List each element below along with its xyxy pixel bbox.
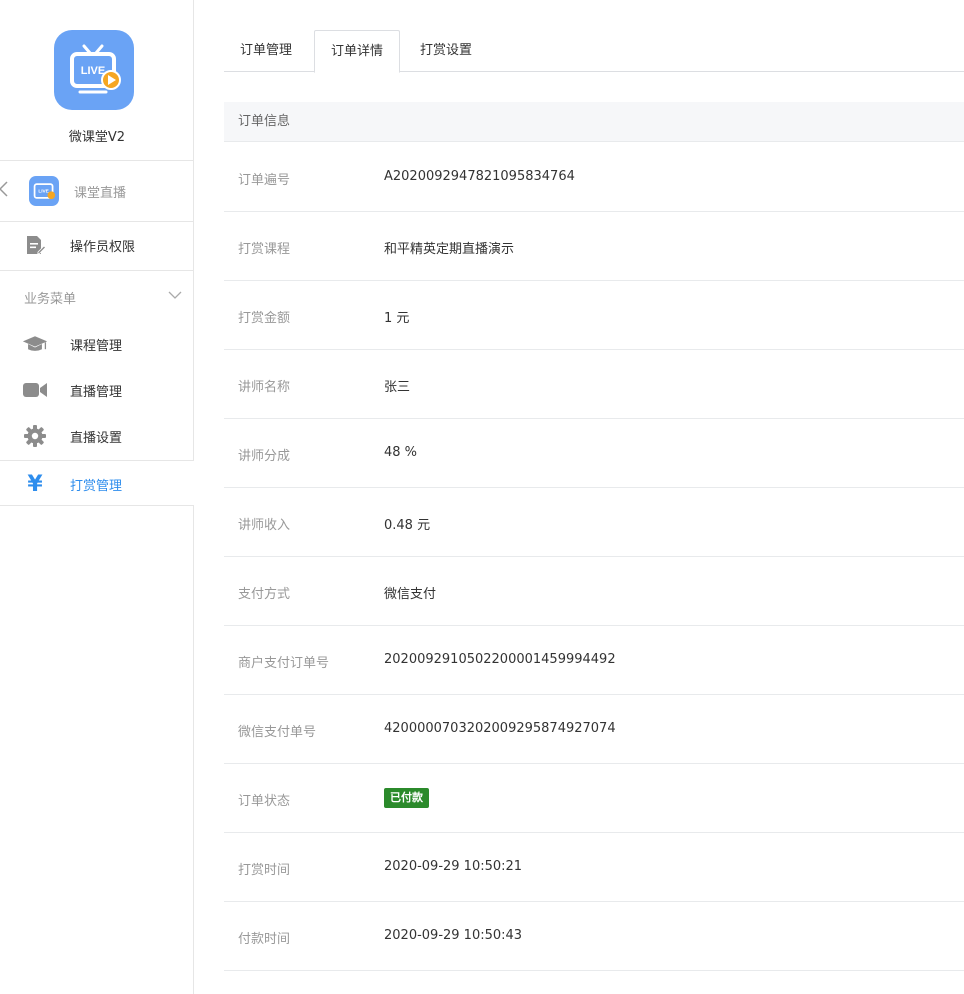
video-camera-icon (22, 377, 48, 403)
detail-row-reward-time: 打赏时间 2020-09-29 10:50:21 (224, 833, 964, 902)
menu-group-title: 业务菜单 (24, 292, 77, 307)
sidebar-item-label: 操作员权限 (70, 240, 136, 255)
live-tv-mini-icon: LIVE (29, 176, 59, 206)
detail-label: 订单遍号 (238, 173, 291, 188)
detail-row-teacher-name: 讲师名称 张三 (224, 350, 964, 419)
detail-row-merchant-order-number: 商户支付订单号 2020092910502200001459994492 (224, 626, 964, 695)
app-name: 微课堂V2 (68, 130, 126, 145)
detail-label: 讲师分成 (238, 449, 291, 464)
detail-row-teacher-share: 讲师分成 48 % (224, 419, 964, 488)
sidebar-item-course-management[interactable]: 课程管理 (0, 321, 194, 367)
detail-value: 2020092910502200001459994492 (384, 652, 616, 667)
tab-order-management[interactable]: 订单管理 (224, 30, 308, 72)
sidebar-item-operator-permissions[interactable]: 操作员权限 (0, 222, 194, 270)
detail-value: 1 元 (384, 311, 410, 326)
detail-value: 微信支付 (384, 587, 437, 602)
back-label: 课堂直播 (74, 186, 127, 201)
detail-row-teacher-income: 讲师收入 0.48 元 (224, 488, 964, 557)
sidebar-item-label: 课程管理 (70, 339, 123, 354)
yen-glyph: ¥ (27, 471, 43, 497)
detail-value: 2020-09-29 10:50:43 (384, 928, 523, 943)
tab-order-details[interactable]: 订单详情 (314, 30, 401, 73)
detail-label: 打赏课程 (238, 242, 291, 257)
document-edit-icon (24, 234, 47, 256)
detail-row-course: 打赏课程 和平精英定期直播演示 (224, 212, 964, 281)
status-badge: 已付款 (384, 788, 429, 808)
live-tv-icon[interactable]: LIVE (54, 30, 134, 110)
detail-label: 商户支付订单号 (238, 656, 330, 671)
yen-icon: ¥ (22, 471, 48, 497)
sidebar-item-reward-management[interactable]: ¥ 打赏管理 (0, 460, 194, 506)
sidebar-item-live-settings[interactable]: 直播设置 (0, 413, 194, 459)
chevron-down-icon[interactable] (168, 287, 182, 301)
detail-value: 张三 (384, 380, 411, 395)
detail-row-order-number: 订单遍号 A2020092947821095834764 (224, 143, 964, 212)
back-to-course-live[interactable]: LIVE 课堂直播 (0, 161, 194, 221)
detail-value: A2020092947821095834764 (384, 169, 575, 184)
detail-value: 4200000703202009295874927074 (384, 721, 616, 736)
detail-label: 微信支付单号 (238, 725, 317, 740)
detail-value: 2020-09-29 10:50:21 (384, 859, 523, 874)
detail-label: 讲师收入 (238, 518, 291, 533)
mini-logo-text: LIVE (38, 189, 48, 194)
tab-bar: 订单管理 订单详情 打赏设置 (224, 30, 964, 73)
gear-icon (22, 423, 48, 449)
graduation-cap-icon (22, 331, 48, 357)
detail-row-payment-time: 付款时间 2020-09-29 10:50:43 (224, 902, 964, 971)
sidebar-item-label: 直播设置 (70, 431, 123, 446)
detail-label: 订单状态 (238, 794, 291, 809)
detail-label: 讲师名称 (238, 380, 291, 395)
sidebar-item-label: 打赏管理 (70, 479, 123, 494)
detail-value: 48 % (384, 445, 418, 460)
sidebar: LIVE 微课堂V2 LIVE 课堂直播 操作员权限 业务菜单 课程管理 直播管… (0, 0, 194, 994)
sidebar-item-live-management[interactable]: 直播管理 (0, 367, 194, 413)
divider (0, 270, 194, 271)
sidebar-item-label: 直播管理 (70, 385, 123, 400)
detail-value: 和平精英定期直播演示 (384, 242, 515, 257)
logo-text: LIVE (81, 65, 105, 77)
detail-label: 打赏时间 (238, 863, 291, 878)
detail-value: 0.48 元 (384, 518, 431, 533)
section-title: 订单信息 (224, 102, 964, 142)
detail-label: 支付方式 (238, 587, 291, 602)
detail-label: 付款时间 (238, 932, 291, 947)
chevron-left-icon[interactable] (0, 180, 8, 203)
detail-row-payment-method: 支付方式 微信支付 (224, 557, 964, 626)
detail-row-wechat-order-number: 微信支付单号 4200000703202009295874927074 (224, 695, 964, 764)
detail-row-order-status: 订单状态 已付款 (224, 764, 964, 833)
tab-reward-settings[interactable]: 打赏设置 (404, 30, 488, 72)
detail-row-amount: 打赏金额 1 元 (224, 281, 964, 350)
detail-label: 打赏金额 (238, 311, 291, 326)
